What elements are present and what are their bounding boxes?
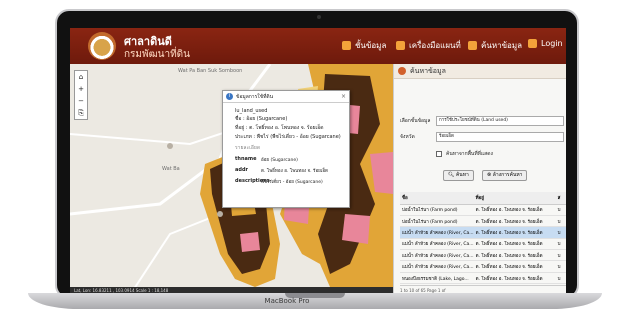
info-icon: i (226, 93, 233, 100)
app-screen: ศาลาดินดี กรมพัฒนาที่ดิน ชั้นข้อมูล เครื… (70, 28, 566, 295)
attr-key: descriptions (235, 178, 270, 184)
menu-search[interactable]: ค้นหาข้อมูล (468, 39, 522, 52)
panel-title: ค้นหาข้อมูล (410, 66, 446, 75)
table-cell: ต. โพธิ์ทอง อ. โพนทอง จ. ร้อยเอ็ด (473, 226, 556, 239)
table-cell: บ (555, 226, 566, 239)
popup-line: ที่อยู่ : ต. โพธิ์ทอง อ. โพนทอง จ. ร้อยเ… (235, 125, 324, 131)
table-cell: ต. โพธิ์ทอง อ. โพนทอง จ. ร้อยเอ็ด (473, 238, 556, 251)
org-logo-icon (88, 32, 116, 60)
popup-attr-row: addr ต. โพธิ์ทอง อ. โพนทอง จ. ร้อยเอ็ด (235, 167, 337, 174)
home-button[interactable]: ⌂ (79, 71, 83, 83)
results-header-row: ชื่อ ที่อยู่ ส (400, 192, 566, 205)
table-cell: บ (555, 249, 566, 262)
menu-login[interactable]: Login (528, 39, 563, 48)
attr-key: thname (235, 156, 257, 162)
layers-icon (342, 41, 351, 50)
search-icon (468, 41, 477, 50)
search-panel: ค้นหาข้อมูล เลือกชั้นข้อมูล การใช้ประโยช… (393, 64, 566, 295)
province-select[interactable]: ร้อยเอ็ด (436, 132, 564, 142)
zoom-in-button[interactable]: + (78, 83, 84, 95)
popup-attr-row: thname อ้อย (Sugarcane) (235, 156, 337, 163)
attr-key: addr (235, 167, 248, 173)
table-row[interactable]: บ่อน้ำในไร่นา (Farm pond) ต. โพธิ์ทอง อ. … (400, 204, 566, 216)
area-filter-checkbox[interactable] (436, 151, 442, 157)
table-cell: บ (555, 238, 566, 251)
attr-value: พืชไร่เดี่ยว - อ้อย (Sugarcane) (261, 180, 323, 185)
area-filter-row: ค้นหาจากพื้นที่ที่แสดง (436, 150, 493, 158)
col-extra-header[interactable]: ส (555, 192, 566, 205)
map-place-label: Wat Ba (162, 166, 180, 172)
table-cell: แม่น้ำ ลำห้วย ลำคลอง (River, Ca... (400, 238, 474, 251)
app-header: ศาลาดินดี กรมพัฒนาที่ดิน ชั้นข้อมูล เครื… (70, 28, 566, 64)
popup-attr-row: descriptions พืชไร่เดี่ยว - อ้อย (Sugarca… (235, 178, 337, 185)
popup-close-button[interactable]: × (341, 93, 346, 100)
map-toolbar: ⌂ + − ⎘ (74, 70, 88, 120)
map-place-label: Wat Pa Ban Suk Somboon (178, 68, 243, 74)
camera-icon (317, 15, 321, 19)
popup-line: lu_land_used (235, 108, 268, 114)
org-department: กรมพัฒนาที่ดิน (124, 49, 191, 60)
province-label: จังหวัด (400, 134, 415, 140)
popup-line: ชื่อ : อ้อย (Sugarcane) (235, 116, 288, 122)
table-cell: บ (555, 272, 566, 285)
table-cell: บ (555, 260, 566, 273)
laptop-lid: ศาลาดินดี กรมพัฒนาที่ดิน ชั้นข้อมูล เครื… (55, 9, 579, 299)
popup-title: ข้อมูลการใช้ที่ดิน (236, 93, 274, 100)
table-cell: แม่น้ำ ลำห้วย ลำคลอง (River, Ca... (400, 249, 474, 262)
table-row[interactable]: แม่น้ำ ลำห้วย ลำคลอง (River, Ca... ต. โพธ… (400, 249, 566, 262)
laptop-mockup: ศาลาดินดี กรมพัฒนาที่ดิน ชั้นข้อมูล เครื… (0, 0, 630, 318)
zoom-out-button[interactable]: − (78, 95, 84, 107)
table-row[interactable]: บ่อน้ำในไร่นา (Farm pond) ต. โพธิ์ทอง อ. … (400, 215, 566, 228)
table-row[interactable]: แม่น้ำ ลำห้วย ลำคลอง (River, Ca... ต. โพธ… (400, 226, 566, 239)
search-button[interactable]: 🔍︎ ค้นหา (443, 170, 474, 181)
clear-search-button[interactable]: ⊗ ล้างการค้นหา (482, 170, 528, 181)
popup-body: lu_land_used ชื่อ : อ้อย (Sugarcane) ที่… (223, 103, 349, 189)
table-cell: ต. โพธิ์ทอง อ. โพนทอง จ. ร้อยเอ็ด (473, 260, 556, 273)
menu-layers[interactable]: ชั้นข้อมูล (342, 39, 386, 52)
table-cell: แม่น้ำ ลำห้วย ลำคลอง (River, Ca... (400, 226, 474, 239)
attr-value: ต. โพธิ์ทอง อ. โพนทอง จ. ร้อยเอ็ด (261, 169, 328, 174)
table-cell: ต. โพธิ์ทอง อ. โพนทอง จ. ร้อยเอ็ด (473, 249, 556, 262)
layer-label: เลือกชั้นข้อมูล (400, 118, 431, 124)
layer-select-row: เลือกชั้นข้อมูล การใช้ประโยชน์ที่ดิน (La… (400, 116, 564, 126)
results-table: ชื่อ ที่อยู่ ส บ่อน้ำในไร่นา (Farm pond)… (400, 192, 566, 285)
measure-button[interactable]: ⎘ (78, 107, 84, 119)
table-cell: บ (555, 215, 566, 228)
popup-header: i ข้อมูลการใช้ที่ดิน (223, 91, 349, 103)
panel-header: ค้นหาข้อมูล (394, 64, 566, 79)
col-address-header[interactable]: ที่อยู่ (473, 192, 556, 205)
area-filter-label: ค้นหาจากพื้นที่ที่แสดง (446, 151, 493, 157)
table-cell: บ่อน้ำในไร่นา (Farm pond) (400, 215, 474, 228)
search-icon (398, 67, 406, 75)
search-icon: 🔍︎ (448, 172, 456, 178)
table-cell: ต. โพธิ์ทอง อ. โพนทอง จ. ร้อยเอ็ด (473, 272, 556, 285)
table-cell: หนองบึงธรรมชาติ (Lake, Lago... (400, 272, 474, 285)
table-cell: ต. โพธิ์ทอง อ. โพนทอง จ. ร้อยเอ็ด (473, 204, 556, 216)
tools-icon (396, 41, 405, 50)
attr-value: อ้อย (Sugarcane) (261, 158, 298, 163)
menu-map-tools[interactable]: เครื่องมือแผนที่ (396, 39, 461, 52)
table-row[interactable]: หนองบึงธรรมชาติ (Lake, Lago... ต. โพธิ์ทอ… (400, 272, 566, 285)
popup-section-title: รายละเอียด (235, 145, 261, 151)
province-row: จังหวัด ร้อยเอ็ด (400, 132, 564, 142)
login-icon (528, 39, 537, 48)
feature-popup: i ข้อมูลการใช้ที่ดิน × lu_land_used ชื่อ… (222, 90, 350, 208)
table-cell: แม่น้ำ ลำห้วย ลำคลอง (River, Ca... (400, 260, 474, 273)
layer-select[interactable]: การใช้ประโยชน์ที่ดิน (Land used) (436, 116, 564, 126)
table-cell: ต. โพธิ์ทอง อ. โพนทอง จ. ร้อยเอ็ด (473, 215, 556, 228)
col-name-header[interactable]: ชื่อ (400, 192, 474, 205)
table-cell: บ (555, 204, 566, 216)
table-row[interactable]: แม่น้ำ ลำห้วย ลำคลอง (River, Ca... ต. โพธ… (400, 260, 566, 273)
device-label: MacBook Pro (264, 297, 310, 305)
popup-line: ประเภท : พืชไร่ (พืชไร่เดี่ยว - อ้อย (Su… (235, 134, 341, 140)
table-cell: บ่อน้ำในไร่นา (Farm pond) (400, 204, 474, 216)
table-row[interactable]: แม่น้ำ ลำห้วย ลำคลอง (River, Ca... ต. โพธ… (400, 238, 566, 251)
